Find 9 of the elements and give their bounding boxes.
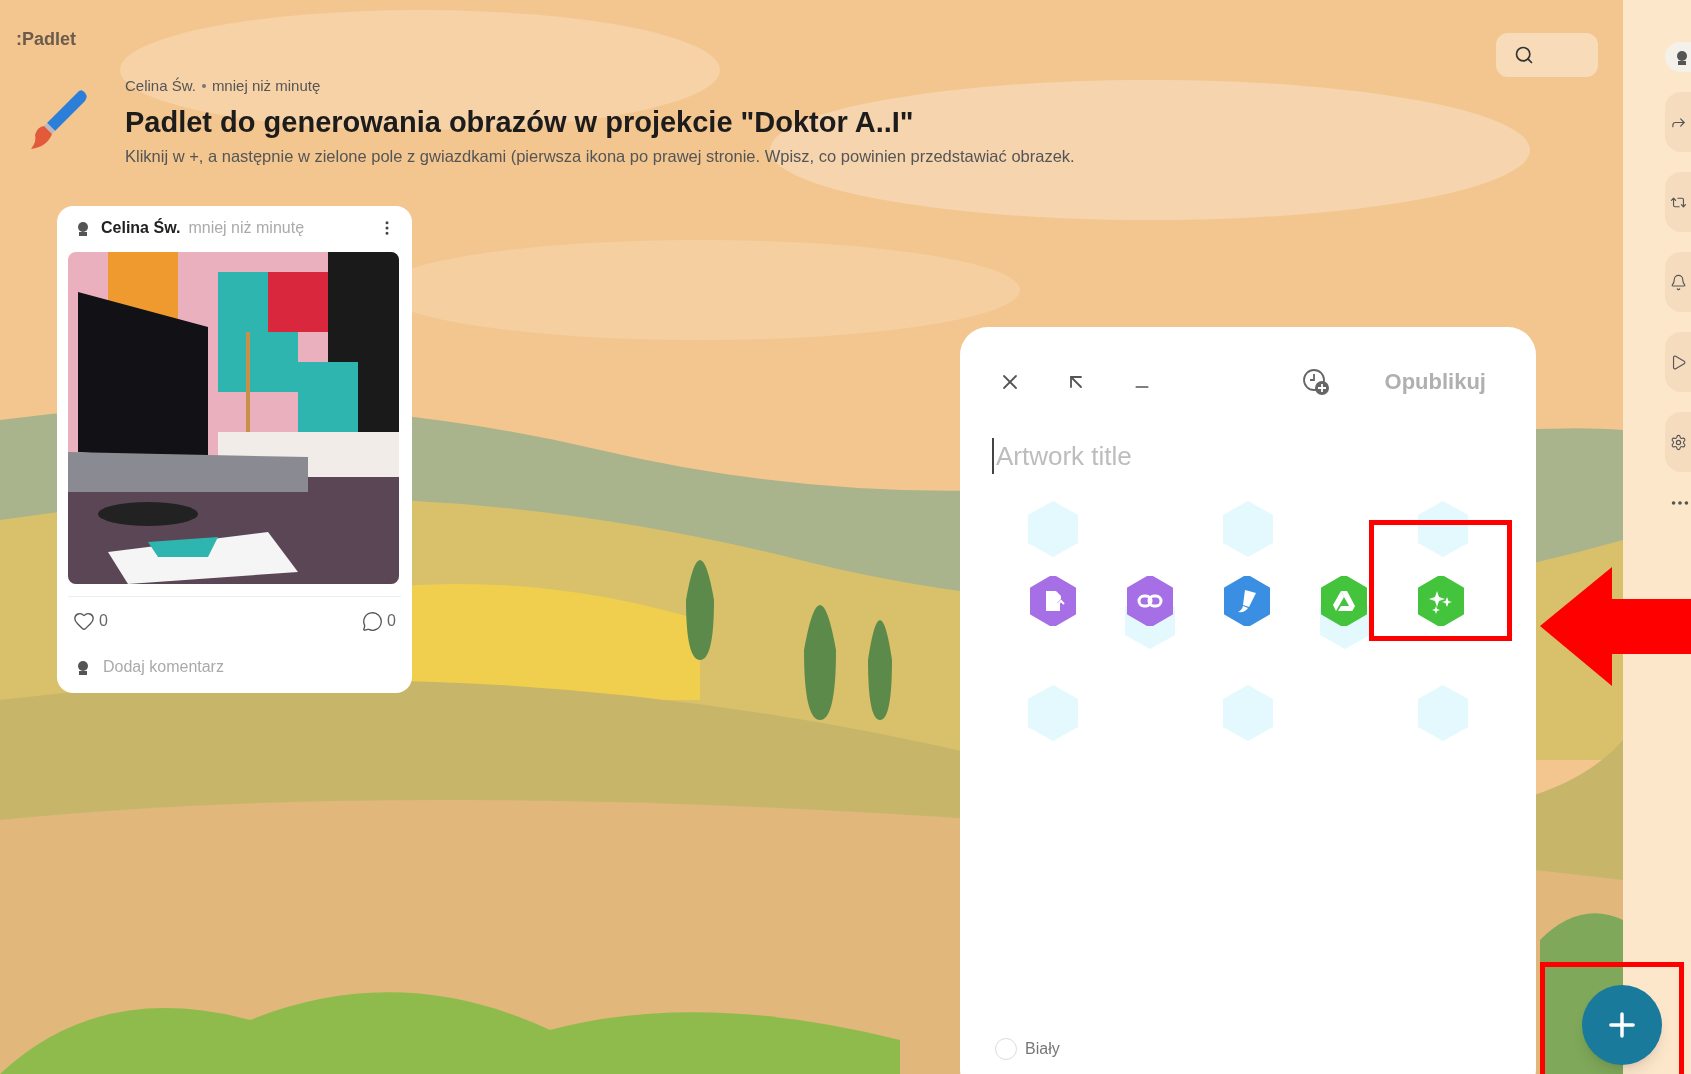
slideshow-button[interactable] xyxy=(1665,332,1691,392)
slideshow-icon xyxy=(1670,353,1687,371)
notifications-icon xyxy=(1670,273,1687,291)
share-button[interactable] xyxy=(1665,92,1691,152)
remix-button[interactable] xyxy=(1665,172,1691,232)
notifications-button[interactable] xyxy=(1665,252,1691,312)
settings-button[interactable] xyxy=(1665,412,1691,472)
settings-icon xyxy=(1670,433,1687,451)
avatar[interactable] xyxy=(1665,42,1691,72)
